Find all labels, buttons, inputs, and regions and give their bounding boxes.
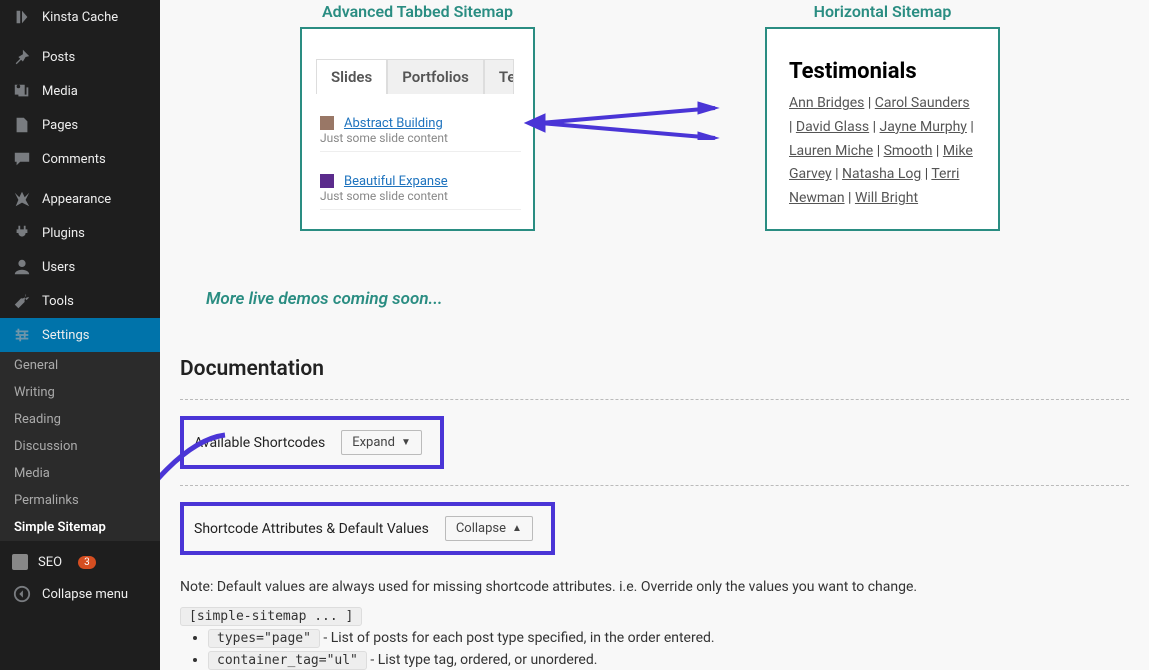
documentation-heading: Documentation — [180, 357, 1129, 381]
annotation-arrow-icon — [160, 430, 235, 550]
preview-hs-link[interactable]: Natasha Log — [842, 166, 921, 182]
preview-hs-link[interactable]: Jayne Murphy — [880, 119, 967, 135]
preview-slide-row: Beautiful Expanse Just some slide conten… — [320, 170, 521, 210]
slide-thumb-icon — [320, 174, 334, 188]
preview-hs-link[interactable]: Smooth — [884, 143, 933, 159]
sidebar-item-label: Collapse menu — [42, 587, 128, 602]
sidebar-item-label: Tools — [42, 294, 74, 309]
doc-attr-item: container_tag="ul" - List type tag, orde… — [208, 652, 1129, 668]
preview-slide-link[interactable]: Beautiful Expanse — [344, 174, 448, 189]
sidebar-item-label: Kinsta Cache — [42, 10, 118, 25]
preview-hs-links: Ann Bridges | Carol Saunders | David Gla… — [767, 92, 998, 211]
sidebar-item-plugins[interactable]: Plugins — [0, 216, 160, 250]
doc-attributes-list: types="page" - List of posts for each po… — [208, 630, 1129, 668]
expand-button[interactable]: Expand ▼ — [341, 430, 422, 455]
sidebar-subitem-permalinks[interactable]: Permalinks — [0, 487, 160, 514]
preview-tab-slides[interactable]: Slides — [316, 59, 387, 94]
preview-horizontal-title: Horizontal Sitemap — [765, 2, 1000, 21]
preview-slide-desc: Just some slide content — [320, 189, 521, 203]
sidebar-item-appearance[interactable]: Appearance — [0, 182, 160, 216]
preview-hs-link[interactable]: Ann Bridges — [789, 95, 864, 111]
wp-admin-sidebar: Kinsta Cache Posts Media Pages Comments … — [0, 0, 160, 670]
doc-shortcode-code: [simple-sitemap ... ] — [180, 607, 362, 626]
sidebar-item-label: Plugins — [42, 226, 85, 241]
sidebar-subitem-writing[interactable]: Writing — [0, 379, 160, 406]
preview-slide-row: Abstract Building Just some slide conten… — [320, 112, 521, 152]
annotation-arrow-icon — [520, 100, 720, 140]
collapse-button[interactable]: Collapse ▲ — [445, 516, 533, 541]
doc-section-shortcodes: Available Shortcodes Expand ▼ — [180, 399, 1129, 485]
sidebar-item-media[interactable]: Media — [0, 74, 160, 108]
sidebar-item-label: Comments — [42, 152, 106, 167]
doc-attr-code: container_tag="ul" — [208, 651, 367, 670]
pushpin-icon — [12, 47, 32, 67]
collapse-icon — [12, 584, 32, 604]
preview-card-tabbed[interactable]: Slides Portfolios Te Abstract Building J… — [300, 27, 535, 231]
sidebar-item-posts[interactable]: Posts — [0, 40, 160, 74]
sidebar-subitem-general[interactable]: General — [0, 352, 160, 379]
sidebar-item-label: Appearance — [42, 192, 111, 207]
preview-slide-link[interactable]: Abstract Building — [344, 116, 443, 131]
settings-icon — [12, 325, 32, 345]
slide-thumb-icon — [320, 116, 334, 130]
media-icon — [12, 81, 32, 101]
doc-attr-code: types="page" — [208, 629, 320, 648]
sidebar-item-settings[interactable]: Settings — [0, 318, 160, 352]
sidebar-subitem-media[interactable]: Media — [0, 460, 160, 487]
preview-hs-link[interactable]: Will Bright — [855, 190, 918, 206]
preview-advanced-title: Advanced Tabbed Sitemap — [300, 2, 535, 21]
preview-tab-testimonials[interactable]: Te — [484, 59, 514, 94]
users-icon — [12, 257, 32, 277]
preview-hs-heading: Testimonials — [767, 29, 998, 92]
sidebar-subitem-simple-sitemap[interactable]: Simple Sitemap — [0, 514, 160, 541]
sidebar-item-collapse[interactable]: Collapse menu — [0, 577, 160, 611]
button-label: Collapse — [456, 521, 506, 536]
seo-badge: 3 — [78, 556, 96, 569]
sidebar-item-pages[interactable]: Pages — [0, 108, 160, 142]
sidebar-item-label: Pages — [42, 118, 78, 133]
chevron-down-icon: ▼ — [401, 437, 411, 448]
sidebar-item-label: SEO — [38, 555, 62, 570]
tools-icon — [12, 291, 32, 311]
kinsta-icon — [12, 7, 32, 27]
sidebar-subitem-discussion[interactable]: Discussion — [0, 433, 160, 460]
preview-slide-desc: Just some slide content — [320, 131, 521, 145]
page-icon — [12, 115, 32, 135]
plugin-icon — [12, 223, 32, 243]
doc-section-attributes: Shortcode Attributes & Default Values Co… — [180, 485, 1129, 571]
sidebar-item-label: Posts — [42, 50, 75, 65]
doc-note: Note: Default values are always used for… — [180, 579, 1129, 595]
sidebar-item-users[interactable]: Users — [0, 250, 160, 284]
sidebar-item-kinsta-cache[interactable]: Kinsta Cache — [0, 0, 160, 34]
preview-tab-portfolios[interactable]: Portfolios — [387, 59, 484, 94]
seo-icon — [12, 554, 28, 570]
chevron-up-icon: ▲ — [512, 523, 522, 534]
preview-card-horizontal[interactable]: Testimonials Ann Bridges | Carol Saunder… — [765, 27, 1000, 231]
button-label: Expand — [352, 435, 395, 450]
preview-hs-link[interactable]: David Glass — [796, 119, 869, 135]
sidebar-item-comments[interactable]: Comments — [0, 142, 160, 176]
appearance-icon — [12, 189, 32, 209]
sidebar-item-tools[interactable]: Tools — [0, 284, 160, 318]
sidebar-item-label: Users — [42, 260, 75, 275]
main-content: Advanced Tabbed Sitemap Slides Portfolio… — [160, 0, 1149, 670]
sidebar-item-seo[interactable]: SEO 3 — [0, 547, 160, 577]
comment-icon — [12, 149, 32, 169]
sidebar-item-label: Settings — [42, 328, 89, 343]
sidebar-subitem-reading[interactable]: Reading — [0, 406, 160, 433]
preview-hs-link[interactable]: Carol Saunders — [875, 95, 970, 111]
preview-hs-link[interactable]: Lauren Miche — [789, 143, 873, 159]
demos-note: More live demos coming soon... — [206, 289, 1129, 309]
sidebar-item-label: Media — [42, 84, 78, 99]
doc-attr-item: types="page" - List of posts for each po… — [208, 630, 1129, 646]
